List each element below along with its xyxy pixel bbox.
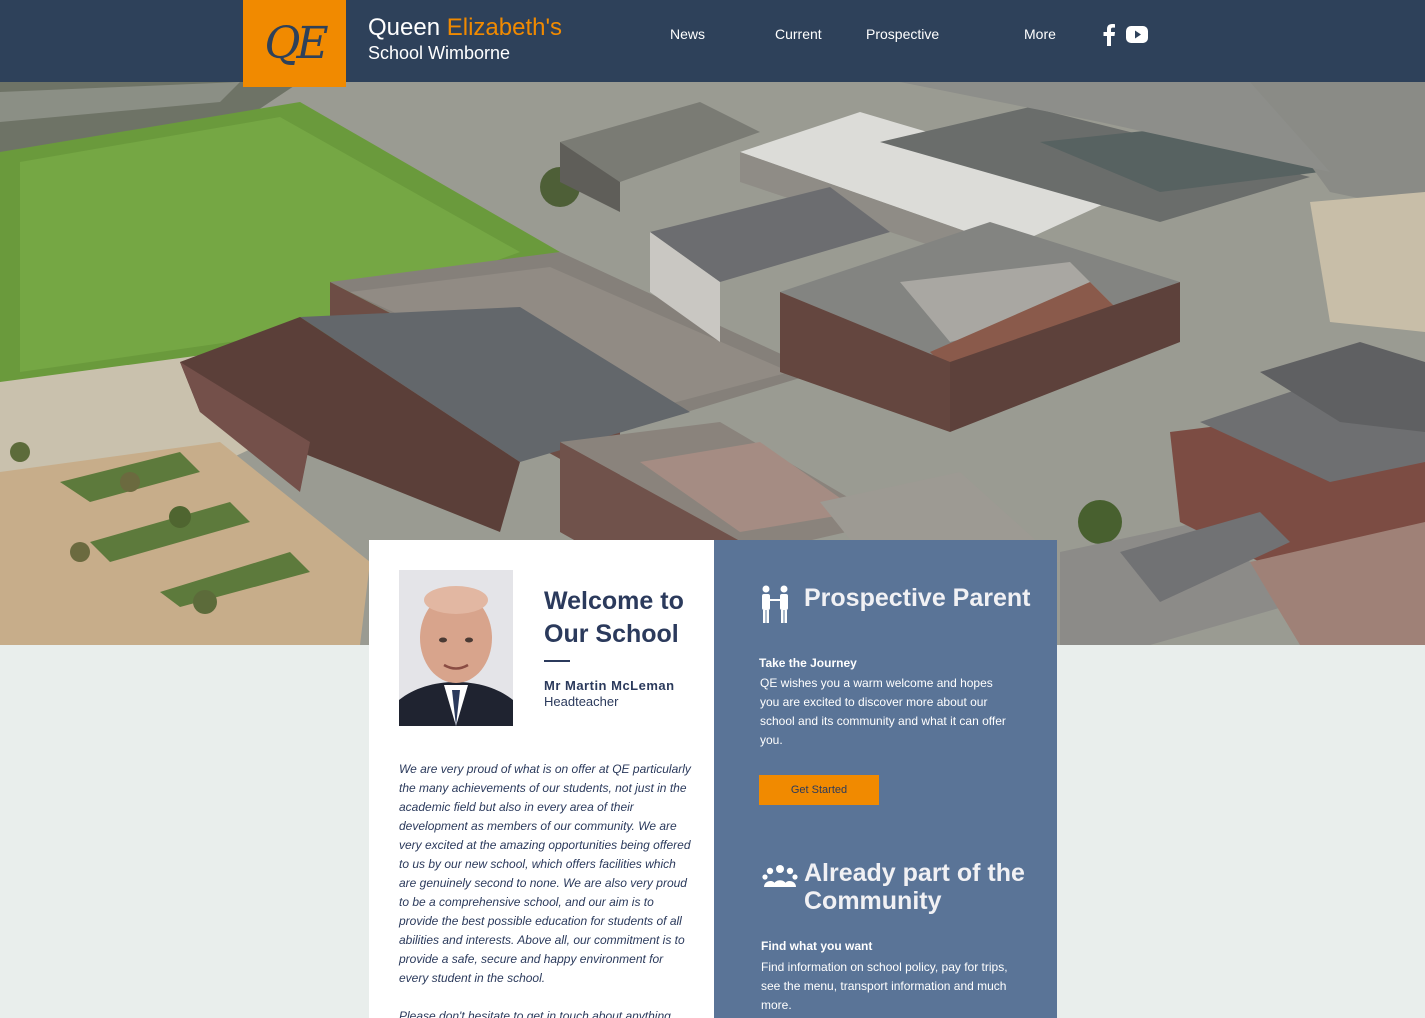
heading-divider [544,660,570,662]
community-heading: Already part of the Community [804,859,1025,915]
brand-word-elizabeths: Elizabeth's [446,14,563,41]
prospective-subheading: Take the Journey [759,656,857,670]
welcome-card: Welcome to Our School Mr Martin McLeman … [369,540,714,1018]
brand-name[interactable]: Queen Elizabeth's School Wimborne [368,14,562,64]
community-text: Find information on school policy, pay f… [761,960,1008,1012]
community-group-icon [762,863,798,896]
welcome-text: We are very proud of what is on offer at… [399,760,694,1018]
prospective-text: QE wishes you a warm welcome and hopes y… [760,676,1006,747]
nav-more[interactable]: More [1024,26,1056,42]
site-header: Queen Elizabeth's School Wimborne News C… [0,0,1425,82]
get-started-button[interactable]: Get Started [759,775,879,805]
prospective-heading: Prospective Parent [804,584,1031,612]
nav-news[interactable]: News [670,26,705,42]
welcome-paragraph: We are very proud of what is on offer at… [399,762,691,985]
brand-word-queen: Queen [368,14,441,41]
school-logo[interactable]: QE [243,0,346,87]
brand-subtitle: School Wimborne [368,43,511,63]
headteacher-name: Mr Martin McLeman [544,678,675,693]
youtube-icon[interactable] [1126,26,1148,48]
welcome-heading: Welcome to Our School [544,587,684,648]
nav-prospective[interactable]: Prospective [866,26,939,42]
welcome-paragraph: Please don't hesitate to get in touch ab… [399,1009,671,1018]
headteacher-role: Headteacher [544,694,619,709]
info-panel: Prospective Parent Take the Journey QE w… [714,540,1057,1018]
logo-monogram: QE [264,18,328,69]
facebook-icon[interactable] [1102,24,1116,51]
nav-current[interactable]: Current [775,26,822,42]
parent-child-icon [759,585,791,628]
community-subheading: Find what you want [761,939,873,953]
headteacher-photo [399,570,513,726]
